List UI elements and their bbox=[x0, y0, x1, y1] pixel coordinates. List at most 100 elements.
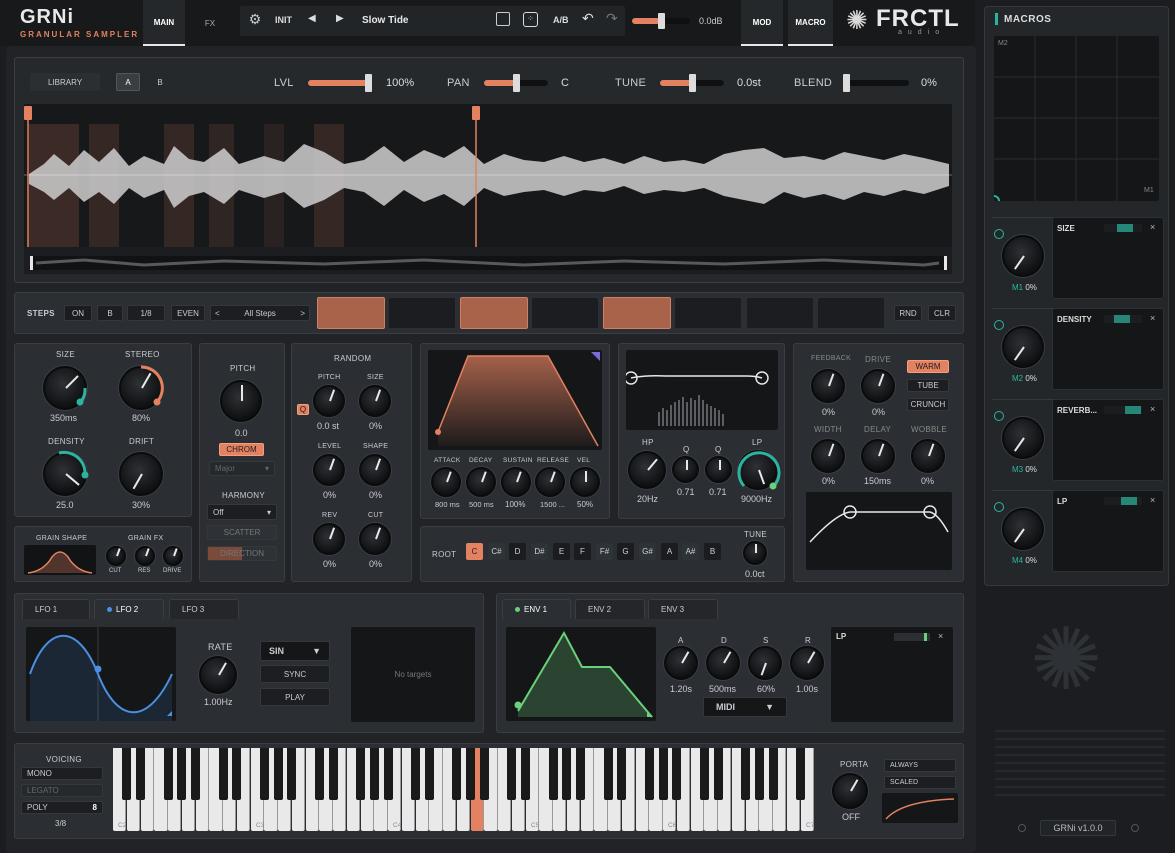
root-note-g[interactable]: G bbox=[617, 543, 634, 560]
legato-button[interactable]: LEGATO bbox=[21, 784, 103, 797]
root-note-f[interactable]: F bbox=[574, 543, 591, 560]
harmony-select[interactable]: Off ▾ bbox=[207, 504, 277, 520]
tab-env2[interactable]: ENV 2 bbox=[575, 599, 645, 619]
piano-black-key[interactable] bbox=[713, 748, 723, 800]
q1-knob[interactable] bbox=[672, 456, 699, 483]
piano-black-key[interactable] bbox=[273, 748, 283, 800]
envmod-display[interactable] bbox=[506, 627, 656, 721]
piano-black-key[interactable] bbox=[617, 748, 627, 800]
piano-black-key[interactable] bbox=[658, 748, 668, 800]
piano-black-key[interactable] bbox=[177, 748, 187, 800]
tab-env1[interactable]: ENV 1 bbox=[502, 599, 571, 619]
macro-knob[interactable] bbox=[1002, 417, 1044, 459]
warm-button[interactable]: WARM bbox=[907, 360, 949, 373]
direction-button[interactable]: DIRECTION bbox=[207, 546, 277, 561]
piano-black-key[interactable] bbox=[356, 748, 365, 800]
piano-black-key[interactable] bbox=[548, 748, 558, 800]
piano-black-key[interactable] bbox=[521, 748, 530, 800]
macro-knob[interactable] bbox=[1002, 326, 1044, 368]
lfo-play-button[interactable]: PLAY bbox=[260, 688, 330, 706]
macro-link-icon[interactable] bbox=[994, 411, 1004, 421]
step-2[interactable] bbox=[388, 297, 456, 329]
next-preset-icon[interactable]: ▶ bbox=[336, 13, 344, 24]
piano-black-key[interactable] bbox=[754, 748, 764, 800]
macro-link-icon[interactable] bbox=[994, 320, 1004, 330]
root-note-e[interactable]: E bbox=[553, 543, 570, 560]
rnd-size-knob[interactable] bbox=[359, 385, 391, 417]
macro-link-icon[interactable] bbox=[994, 229, 1004, 239]
root-note-f-sharp[interactable]: F# bbox=[596, 543, 613, 560]
tab-main[interactable]: MAIN bbox=[143, 0, 185, 46]
macro-link-icon[interactable] bbox=[994, 502, 1004, 512]
piano-black-key[interactable] bbox=[507, 748, 517, 800]
macro-knob[interactable] bbox=[1002, 508, 1044, 550]
envmod-target-amount[interactable] bbox=[894, 633, 930, 641]
pan-slider[interactable] bbox=[484, 74, 548, 92]
steps-b-button[interactable]: B bbox=[97, 305, 123, 321]
dice-icon[interactable]: ⁘ bbox=[523, 12, 538, 27]
piano-black-key[interactable] bbox=[741, 748, 750, 800]
master-volume-slider[interactable] bbox=[632, 13, 690, 29]
porta-knob[interactable] bbox=[832, 773, 868, 809]
tab-lfo3[interactable]: LFO 3 bbox=[169, 599, 239, 619]
attack-knob[interactable] bbox=[431, 467, 461, 497]
tune-slider[interactable] bbox=[660, 74, 724, 92]
piano-black-key[interactable] bbox=[644, 748, 654, 800]
root-note-d-sharp[interactable]: D# bbox=[531, 543, 548, 560]
rnd-pitch-knob[interactable] bbox=[313, 385, 345, 417]
macro-target-amount[interactable] bbox=[1104, 315, 1142, 323]
rnd-rev-knob[interactable] bbox=[313, 523, 345, 555]
preset-init[interactable]: INIT bbox=[275, 15, 292, 25]
piano-black-key[interactable] bbox=[383, 748, 393, 800]
sustain-knob[interactable] bbox=[501, 467, 531, 497]
rnd-shape-knob[interactable] bbox=[359, 454, 391, 486]
delay-knob[interactable] bbox=[861, 439, 895, 473]
preset-name[interactable]: Slow Tide bbox=[362, 15, 409, 26]
envmod-d-knob[interactable] bbox=[706, 646, 740, 680]
close-icon[interactable]: × bbox=[938, 631, 943, 641]
piano-black-key[interactable] bbox=[603, 748, 613, 800]
tab-fx[interactable]: FX bbox=[190, 0, 230, 46]
undo-icon[interactable]: ↶ bbox=[582, 10, 594, 27]
step-5[interactable] bbox=[603, 297, 671, 329]
piano-black-key[interactable] bbox=[122, 748, 132, 800]
step-7[interactable] bbox=[746, 297, 814, 329]
piano-black-key[interactable] bbox=[479, 748, 489, 800]
width-knob[interactable] bbox=[811, 439, 845, 473]
step-1[interactable] bbox=[317, 297, 385, 329]
root-note-g-sharp[interactable]: G# bbox=[639, 543, 656, 560]
piano-black-key[interactable] bbox=[218, 748, 228, 800]
sample-a-button[interactable]: A bbox=[116, 73, 140, 91]
pitch-knob[interactable] bbox=[220, 380, 262, 422]
close-icon[interactable]: × bbox=[1150, 495, 1155, 505]
library-button[interactable]: LIBRARY bbox=[30, 73, 100, 91]
vel-knob[interactable] bbox=[570, 467, 600, 497]
drift-knob[interactable] bbox=[119, 452, 163, 496]
piano-black-key[interactable] bbox=[699, 748, 709, 800]
piano-black-key[interactable] bbox=[562, 748, 572, 800]
save-icon[interactable] bbox=[496, 12, 510, 26]
root-note-c[interactable]: C bbox=[466, 543, 483, 560]
piano-black-key[interactable] bbox=[232, 748, 242, 800]
piano-black-key[interactable] bbox=[191, 748, 200, 800]
envelope-display[interactable] bbox=[428, 350, 602, 450]
decay-knob[interactable] bbox=[466, 467, 496, 497]
drive-knob-fx[interactable] bbox=[861, 369, 895, 403]
piano-black-key[interactable] bbox=[287, 748, 297, 800]
filter-display[interactable] bbox=[626, 350, 778, 430]
sample-b-button[interactable]: B bbox=[148, 73, 172, 91]
root-note-a-sharp[interactable]: A# bbox=[682, 543, 699, 560]
grain-shape-display[interactable] bbox=[24, 545, 96, 575]
lfo-wave-select[interactable]: SIN ▼ bbox=[260, 641, 330, 661]
waveform-display[interactable] bbox=[24, 104, 952, 274]
steps-clr-button[interactable]: CLR bbox=[928, 305, 956, 321]
piano-black-key[interactable] bbox=[411, 748, 420, 800]
pattern-prev-icon[interactable]: < bbox=[215, 309, 220, 318]
wobble-knob[interactable] bbox=[911, 439, 945, 473]
root-note-d[interactable]: D bbox=[509, 543, 526, 560]
prev-preset-icon[interactable]: ◀ bbox=[308, 13, 316, 24]
macro-target-amount[interactable] bbox=[1104, 406, 1142, 414]
piano-black-key[interactable] bbox=[424, 748, 434, 800]
feedback-knob[interactable] bbox=[811, 369, 845, 403]
hp-knob[interactable] bbox=[628, 451, 666, 489]
